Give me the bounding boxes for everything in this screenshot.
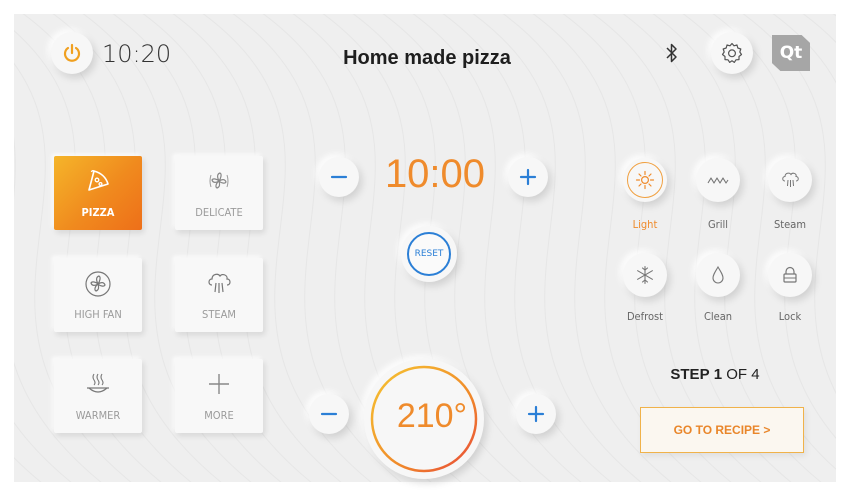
reset-button[interactable]: RESET xyxy=(401,226,457,282)
defrost-label: Defrost xyxy=(626,310,664,323)
mode-steam[interactable]: STEAM xyxy=(175,258,263,332)
steam-cloud-icon xyxy=(782,172,799,187)
steam-label: Steam xyxy=(774,218,806,231)
light-active-ring xyxy=(627,162,663,198)
mode-label: HIGH FAN xyxy=(74,308,122,321)
timer-display: 10:00 xyxy=(384,152,486,196)
mode-warmer[interactable]: WARMER xyxy=(54,359,142,433)
mode-pizza[interactable]: PIZZA xyxy=(54,156,142,230)
steam-icon xyxy=(208,273,231,293)
lock-button[interactable] xyxy=(768,253,812,297)
grill-button[interactable] xyxy=(696,158,740,202)
step-indicator: STEP 1 OF 4 xyxy=(640,366,790,383)
light-label: Light xyxy=(632,218,658,231)
snowflake-icon xyxy=(637,265,653,285)
temp-decrease-button[interactable] xyxy=(309,394,349,434)
timer-decrease-button[interactable] xyxy=(319,157,359,197)
bluetooth-icon[interactable] xyxy=(664,41,680,65)
mode-label: MORE xyxy=(204,409,234,422)
mode-label: WARMER xyxy=(75,409,121,422)
qt-logo-text: Qt xyxy=(779,43,803,63)
timer-increase-button[interactable] xyxy=(508,157,548,197)
lock-label: Lock xyxy=(778,310,802,323)
mode-high-fan[interactable]: HIGH FAN xyxy=(54,258,142,332)
pizza-icon xyxy=(88,169,109,191)
mode-more[interactable]: MORE xyxy=(175,359,263,433)
minus-icon xyxy=(330,175,348,179)
plus-icon xyxy=(519,168,537,186)
defrost-button[interactable] xyxy=(623,253,667,297)
gear-icon xyxy=(721,42,743,63)
go-to-recipe-button[interactable]: GO TO RECIPE > xyxy=(640,407,804,453)
temperature-display: 210° xyxy=(396,397,468,435)
reset-label: RESET xyxy=(414,249,444,259)
qt-logo: Qt xyxy=(772,35,810,71)
clean-button[interactable] xyxy=(696,253,740,297)
drop-icon xyxy=(712,265,724,284)
background-wave-line xyxy=(14,14,54,482)
steam-quick-button[interactable] xyxy=(768,158,812,202)
lock-icon xyxy=(783,266,797,283)
grill-icon xyxy=(707,177,729,184)
background-wave-line xyxy=(832,14,836,17)
grill-label: Grill xyxy=(708,218,728,231)
step-prefix: STEP xyxy=(670,366,710,383)
oven-screen: 10:20 Home made pizza Qt PIZZA DELICATE xyxy=(0,0,854,496)
go-to-recipe-label: GO TO RECIPE > xyxy=(673,423,771,437)
minus-icon xyxy=(320,412,338,416)
mode-label: PIZZA xyxy=(81,206,115,219)
plus-icon xyxy=(209,374,229,394)
fan-icon xyxy=(209,172,229,189)
step-suffix: OF 4 xyxy=(726,366,760,383)
high-fan-icon xyxy=(85,271,111,297)
mode-label: DELICATE xyxy=(195,206,243,219)
clean-label: Clean xyxy=(703,310,733,323)
mode-delicate[interactable]: DELICATE xyxy=(175,156,263,230)
sun-icon xyxy=(635,170,655,190)
temp-increase-button[interactable] xyxy=(516,394,556,434)
reset-ring: RESET xyxy=(407,232,451,276)
settings-button[interactable] xyxy=(711,32,753,74)
plus-icon xyxy=(527,405,545,423)
mode-label: STEAM xyxy=(202,308,236,321)
warmer-icon xyxy=(87,373,109,393)
step-current: 1 xyxy=(713,366,723,383)
light-button[interactable] xyxy=(623,158,667,202)
